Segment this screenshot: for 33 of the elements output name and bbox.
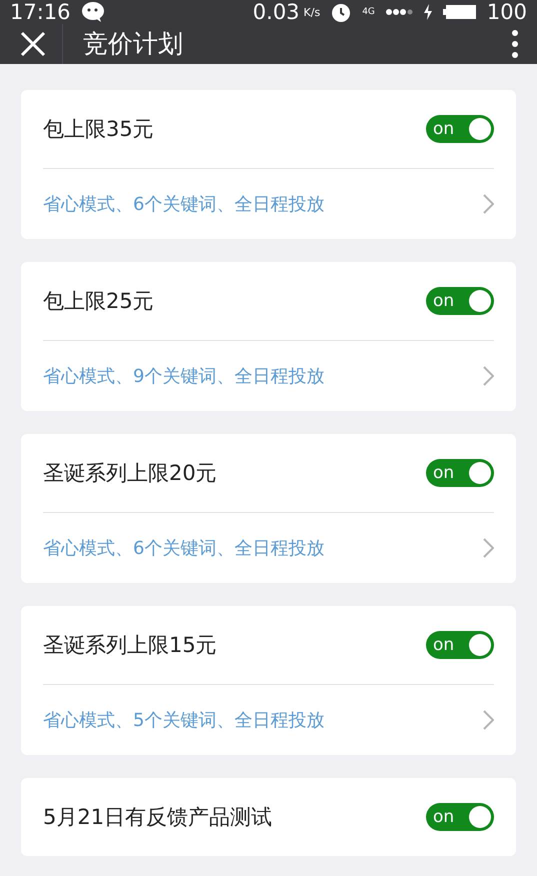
page-title: 竞价计划 <box>62 24 511 64</box>
plan-title: 圣诞系列上限20元 <box>43 460 217 487</box>
battery-icon <box>442 4 477 20</box>
plan-details-row[interactable]: 省心模式、6个关键词、全日程投放 <box>43 168 494 239</box>
plan-title: 5月21日有反馈产品测试 <box>43 804 272 831</box>
toggle-switch[interactable]: on <box>426 803 494 831</box>
more-icon[interactable] <box>511 29 519 59</box>
plan-details-row[interactable]: 省心模式、6个关键词、全日程投放 <box>43 512 494 583</box>
chevron-right-icon <box>483 194 494 214</box>
toggle-switch[interactable]: on <box>426 115 494 143</box>
plan-title: 包上限35元 <box>43 116 154 143</box>
plan-details: 省心模式、6个关键词、全日程投放 <box>43 537 324 560</box>
chevron-right-icon <box>483 710 494 730</box>
toggle-switch[interactable]: on <box>426 287 494 315</box>
speed-unit: K/s <box>304 6 320 18</box>
battery-level: 100 <box>486 0 527 24</box>
clock-time: 17:16 <box>10 0 71 24</box>
plan-details-row[interactable]: 省心模式、9个关键词、全日程投放 <box>43 340 494 411</box>
plan-details: 省心模式、9个关键词、全日程投放 <box>43 365 324 388</box>
signal-icon <box>384 8 413 16</box>
plan-title: 圣诞系列上限15元 <box>43 632 217 659</box>
network-speed: 0.03 <box>252 0 300 24</box>
chevron-right-icon <box>483 366 494 386</box>
plan-details: 省心模式、5个关键词、全日程投放 <box>43 709 324 732</box>
chevron-right-icon <box>483 538 494 558</box>
plan-details-row[interactable]: 省心模式、5个关键词、全日程投放 <box>43 684 494 755</box>
plan-details: 省心模式、6个关键词、全日程投放 <box>43 193 324 216</box>
toggle-switch[interactable]: on <box>426 459 494 487</box>
network-type: 4G <box>362 7 375 17</box>
toggle-switch[interactable]: on <box>426 631 494 659</box>
charging-icon <box>422 4 433 20</box>
close-icon[interactable] <box>20 31 46 57</box>
plan-title: 包上限25元 <box>43 288 154 315</box>
